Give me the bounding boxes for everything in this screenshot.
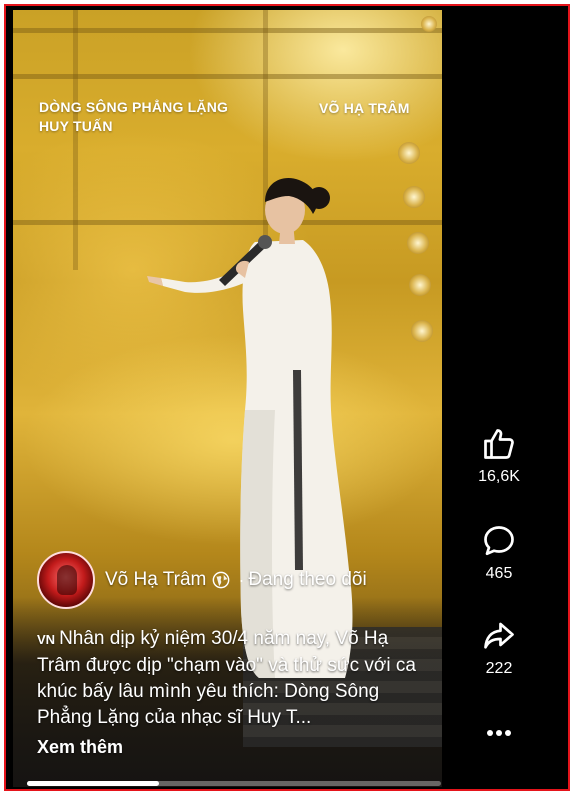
more-action[interactable] (442, 723, 556, 743)
video-progress-fill (27, 781, 160, 786)
author-row: Võ Hạ Trâm · Đang theo dõi (37, 550, 367, 610)
reel-frame: DÒNG SÔNG PHẲNG LẶNG HUY TUẤN VÕ HẠ TRÂM… (4, 4, 570, 791)
comment-action[interactable]: 465 (442, 523, 556, 583)
globe-icon (213, 571, 230, 589)
video-singer-name: VÕ HẠ TRÂM (319, 100, 410, 116)
share-action[interactable]: 222 (442, 618, 556, 678)
author-name[interactable]: Võ Hạ Trâm (105, 569, 206, 591)
thumbs-up-icon[interactable] (481, 426, 517, 462)
caption-text: Nhân dịp kỷ niệm 30/4 năm nay, Võ Hạ Trâ… (37, 628, 416, 728)
more-dots-icon[interactable] (481, 723, 517, 743)
video-progress-bar[interactable] (27, 781, 441, 786)
like-count: 16,6K (478, 468, 520, 485)
post-caption: VN Nhân dịp kỷ niệm 30/4 năm nay, Võ Hạ T… (37, 626, 429, 731)
country-flag: VN (37, 632, 56, 647)
share-count: 222 (485, 660, 513, 677)
action-rail: 16,6K 465 222 (442, 6, 568, 789)
follow-status[interactable]: Đang theo dõi (248, 569, 366, 591)
song-composer-line: HUY TUẤN (39, 118, 113, 134)
video-song-title: DÒNG SÔNG PHẲNG LẶNG HUY TUẤN (39, 98, 228, 136)
video-player[interactable]: DÒNG SÔNG PHẲNG LẶNG HUY TUẤN VÕ HẠ TRÂM… (13, 10, 442, 787)
share-arrow-icon[interactable] (481, 618, 517, 654)
see-more-link[interactable]: Xem thêm (37, 737, 123, 758)
like-action[interactable]: 16,6K (442, 426, 556, 486)
comment-bubble-icon[interactable] (481, 523, 517, 559)
avatar[interactable] (37, 551, 95, 609)
song-title-line: DÒNG SÔNG PHẲNG LẶNG (39, 99, 229, 115)
comment-count: 465 (485, 565, 513, 582)
separator-dot: · (238, 569, 245, 590)
